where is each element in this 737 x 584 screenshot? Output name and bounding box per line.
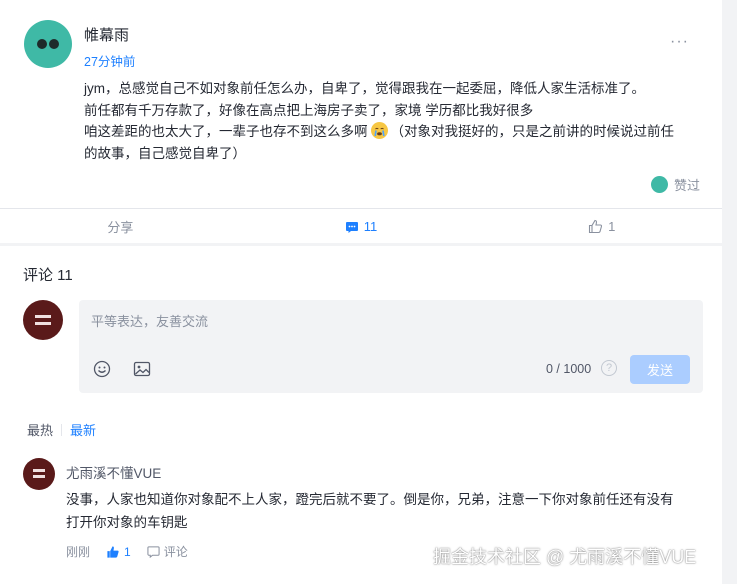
liker-avatar xyxy=(651,176,668,193)
post-line: 前任都有千万存款了，好像在高点把上海房子卖了，家境 学历都比我好很多 xyxy=(84,102,534,118)
avatar-mark xyxy=(35,315,51,318)
sort-divider xyxy=(61,423,63,436)
avatar-eye xyxy=(37,39,47,49)
post-line: jym，总感觉自己不如对象前任怎么办，自卑了，觉得跟我在一起委屈，降低人家生活标… xyxy=(84,81,645,96)
comments-title: 评论 11 xyxy=(23,267,73,284)
more-options-icon[interactable]: ··· xyxy=(670,33,689,51)
avatar-mark xyxy=(35,322,51,325)
comment-line: 没事，人家也知道你对象配不上人家，蹬完后就不要了。倒是你，兄弟，注意一下你对象前… xyxy=(66,492,674,507)
emoji-icon[interactable] xyxy=(93,360,111,383)
like-count: 1 xyxy=(608,219,616,234)
char-counter: 0 / 1000 xyxy=(546,362,592,376)
comment-text: 没事，人家也知道你对象配不上人家，蹬完后就不要了。倒是你，兄弟，注意一下你对象前… xyxy=(66,488,706,534)
comment-reply-button[interactable]: 评论 xyxy=(147,543,188,560)
crying-emoji-icon xyxy=(370,122,388,139)
comment-input[interactable] xyxy=(91,310,611,332)
post-content: jym，总感觉自己不如对象前任怎么办，自卑了，觉得跟我在一起委屈，降低人家生活标… xyxy=(84,78,704,164)
comment-like-count: 1 xyxy=(124,544,131,559)
comment-count: 11 xyxy=(363,219,378,234)
comment-meta: 刚刚 1 评论 xyxy=(66,543,188,560)
comment-button[interactable]: 11 xyxy=(241,209,482,244)
comment-like-button[interactable]: 1 xyxy=(106,545,131,559)
post-line: 咱这差距的也太大了，一辈子也存不到这么多啊 （对象对我挺好的，只是之前讲的时候说过… xyxy=(84,121,704,143)
liked-indicator: 赞过 xyxy=(651,175,700,194)
commenter-name[interactable]: 尤雨溪不懂VUE xyxy=(66,462,161,482)
help-icon[interactable]: ? xyxy=(601,360,617,376)
send-button[interactable]: 发送 xyxy=(630,355,690,384)
comment-editor: 0 / 1000 ? 发送 xyxy=(79,300,703,393)
image-icon[interactable] xyxy=(133,360,151,383)
post-card: 帷幕雨 27分钟前 ··· jym，总感觉自己不如对象前任怎么办，自卑了，觉得跟… xyxy=(0,0,722,243)
sort-new-tab[interactable]: 最新 xyxy=(70,420,96,439)
avatar-eye xyxy=(49,39,59,49)
post-line-text: （对象对我挺好的，只是之前讲的时候说过前任 xyxy=(390,124,675,139)
comments-section: 评论 11 0 / 1000 ? 发送 最热 最新 尤雨溪不懂VUE 没事，人家… xyxy=(0,246,722,584)
author-avatar[interactable] xyxy=(24,20,72,68)
thumbs-up-icon xyxy=(589,219,603,234)
share-button[interactable]: 分享 xyxy=(0,209,241,244)
comment-reply-label: 评论 xyxy=(163,545,188,559)
reply-icon xyxy=(147,546,160,558)
sort-tabs: 最热 最新 xyxy=(27,420,96,439)
author-name[interactable]: 帷幕雨 xyxy=(84,24,129,45)
post-line-text: 咱这差距的也太大了，一辈子也存不到这么多啊 xyxy=(84,124,368,139)
like-button[interactable]: 1 xyxy=(481,209,722,244)
post-line: 的故事，自己感觉自卑了） xyxy=(84,145,246,161)
commenter-avatar[interactable] xyxy=(23,458,55,490)
comment-line: 打开你对象的车钥匙 xyxy=(66,515,188,530)
avatar-mark xyxy=(32,475,46,478)
share-label: 分享 xyxy=(107,220,134,235)
action-bar: 分享 11 1 xyxy=(0,208,722,244)
comment-icon xyxy=(345,221,358,233)
comment-time: 刚刚 xyxy=(66,545,91,559)
avatar-mark xyxy=(32,469,46,472)
watermark: 掘金技术社区 @ 尤雨溪不懂VUE xyxy=(433,547,697,567)
current-user-avatar[interactable] xyxy=(23,300,63,340)
liked-label: 赞过 xyxy=(674,178,701,193)
sort-hot-tab[interactable]: 最热 xyxy=(27,420,53,439)
thumbs-up-filled-icon xyxy=(107,545,119,558)
post-time: 27分钟前 xyxy=(84,55,136,69)
